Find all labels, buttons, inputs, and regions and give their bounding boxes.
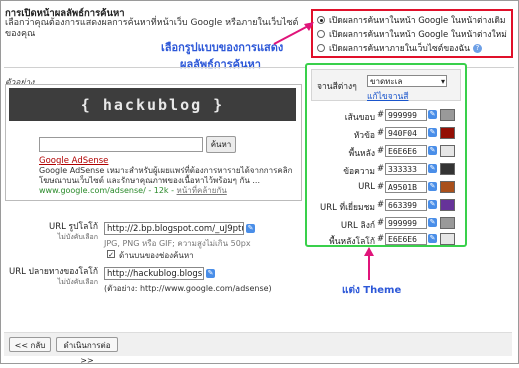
center-logo-label: ด้านบนของช่องค้นหา — [119, 251, 194, 260]
preview-logo-banner: { hackublog } — [9, 88, 296, 121]
preview-similar-link[interactable]: หน้าที่คล้ายกัน — [177, 186, 227, 195]
color-row-background: พื้นหลัง # E6E6E6 ✎ — [307, 145, 463, 159]
palette-label: จานสีต่างๆ — [317, 82, 357, 92]
destination-url-edit-icon[interactable]: ✎ — [206, 269, 215, 278]
color-swatch[interactable] — [440, 233, 455, 245]
logo-url-edit-icon[interactable]: ✎ — [246, 224, 255, 233]
annotation-result-style-line1: เลือกรูปแบบของการแสดง — [161, 41, 284, 54]
color-hex-input[interactable]: E6E6E6 — [385, 145, 427, 157]
color-swatch[interactable] — [440, 181, 455, 193]
color-picker-icon[interactable]: ✎ — [428, 200, 437, 209]
color-label: พื้นหลัง — [348, 149, 375, 159]
annotation-arrow-to-options — [273, 22, 314, 45]
radio-label: เปิดผลการค้นหาในหน้า Google ในหน้าต่างให… — [329, 30, 507, 40]
search-preview: { hackublog } ค้นหา Google AdSense Googl… — [5, 84, 302, 201]
bottom-nav-bar: << กลับ ดำเนินการต่อ >> — [4, 332, 512, 365]
color-swatch[interactable] — [440, 163, 455, 175]
radio-label: เปิดผลการค้นหาในหน้า Google ในหน้าต่างเด… — [329, 16, 506, 26]
palette-selector-panel: จานสีต่างๆ ขาดทะเล แก้ไขจานสี — [311, 69, 461, 103]
color-hex-input[interactable]: E6E6E6 — [385, 233, 427, 245]
color-label: เส้นขอบ — [344, 113, 375, 123]
preview-ad-title[interactable]: Google AdSense — [39, 156, 108, 166]
continue-button[interactable]: ดำเนินการต่อ >> — [56, 337, 118, 365]
logo-url-input[interactable]: http://2.bp.blogspot.com/_uJ9ptu1 — [104, 222, 244, 235]
destination-url-label: URL ปลายทางของโลโก้ ไม่บังคับเลือก — [8, 267, 98, 286]
color-picker-icon[interactable]: ✎ — [428, 146, 437, 155]
color-row-link-url: URL ลิงก์ # 999999 ✎ — [307, 217, 463, 231]
help-icon[interactable]: ? — [473, 43, 482, 53]
color-row-border: เส้นขอบ # 999999 ✎ — [307, 109, 463, 123]
color-picker-icon[interactable]: ✎ — [428, 110, 437, 119]
back-button[interactable]: << กลับ — [9, 337, 51, 352]
color-hex-input[interactable]: A9501B — [385, 181, 427, 193]
preview-search-input[interactable] — [39, 137, 203, 152]
theme-panel: จานสีต่างๆ ขาดทะเล แก้ไขจานสี เส้นขอบ # … — [305, 63, 467, 247]
color-row-logo-background: พื้นหลังโลโก้ # E6E6E6 ✎ — [307, 233, 463, 247]
annotation-arrow-to-theme — [364, 247, 374, 280]
edit-palette-link[interactable]: แก้ไขจานสี — [367, 89, 408, 103]
color-swatch[interactable] — [440, 199, 455, 211]
palette-select[interactable]: ขาดทะเล — [367, 75, 447, 88]
color-row-visited-url: URL ที่เยี่ยมชม # 663399 ✎ — [307, 199, 463, 213]
destination-url-example: (ตัวอย่าง: http://www.google.com/adsense… — [104, 284, 272, 293]
color-hex-input[interactable]: 663399 — [385, 199, 427, 211]
color-label: URL ลิงก์ — [340, 221, 375, 231]
color-picker-icon[interactable]: ✎ — [428, 218, 437, 227]
destination-url-input[interactable]: http://hackublog.blogsp — [104, 267, 204, 280]
color-picker-icon[interactable]: ✎ — [428, 182, 437, 191]
color-hex-input[interactable]: 999999 — [385, 109, 427, 121]
color-label: หัวข้อ — [353, 131, 375, 141]
preview-ad-text: Google AdSense เหมาะสำหรับผู้เผยแพร่ที่ต… — [39, 166, 293, 185]
color-picker-icon[interactable]: ✎ — [428, 164, 437, 173]
logo-url-label: URL รูปโลโก้ ไม่บังคับเลือก — [48, 222, 98, 241]
color-label: URL — [358, 182, 375, 192]
result-open-options: เปิดผลการค้นหาในหน้า Google ในหน้าต่างเด… — [311, 9, 513, 58]
radio-my-site[interactable]: เปิดผลการค้นหาภายในเว็บไซต์ของฉัน ? — [317, 41, 482, 55]
color-swatch[interactable] — [440, 145, 455, 157]
color-row-title: หัวข้อ # 940F04 ✎ — [307, 127, 463, 141]
preview-ad-url: www.google.com/adsense/ - 12k - — [39, 186, 177, 195]
color-swatch[interactable] — [440, 217, 455, 229]
radio-new-window[interactable]: เปิดผลการค้นหาในหน้า Google ในหน้าต่างให… — [317, 27, 507, 41]
radio-label: เปิดผลการค้นหาภายในเว็บไซต์ของฉัน — [329, 44, 470, 54]
preview-ad-body: Google AdSense เหมาะสำหรับผู้เผยแพร่ที่ต… — [39, 166, 294, 196]
logo-url-optional-hint: ไม่บังคับเลือก — [57, 233, 98, 241]
annotation-result-style-line2: ผลลัพธ์การค้นหา — [180, 58, 261, 71]
color-hex-input[interactable]: 999999 — [385, 217, 427, 229]
preview-search-button[interactable]: ค้นหา — [206, 136, 236, 153]
preview-logo-text: { hackublog } — [80, 95, 225, 114]
section-description: เลือกว่าคุณต้องการแสดงผลการค้นหาที่หน้าเ… — [5, 18, 299, 39]
color-row-url: URL # A9501B ✎ — [307, 181, 463, 194]
destination-url-optional-hint: ไม่บังคับเลือก — [57, 278, 98, 286]
color-picker-icon[interactable]: ✎ — [428, 234, 437, 243]
color-label: ข้อความ — [343, 167, 375, 177]
color-swatch[interactable] — [440, 109, 455, 121]
annotation-theme: แต่ง Theme — [342, 285, 402, 296]
color-hex-input[interactable]: 333333 — [385, 163, 427, 175]
color-row-text: ข้อความ # 333333 ✎ — [307, 163, 463, 177]
center-logo-checkbox[interactable]: ✓ — [107, 250, 115, 259]
color-swatch[interactable] — [440, 127, 455, 139]
radio-same-window[interactable]: เปิดผลการค้นหาในหน้า Google ในหน้าต่างเด… — [317, 13, 506, 27]
color-label: URL ที่เยี่ยมชม — [319, 203, 375, 213]
color-picker-icon[interactable]: ✎ — [428, 128, 437, 137]
color-hex-input[interactable]: 940F04 — [385, 127, 427, 139]
